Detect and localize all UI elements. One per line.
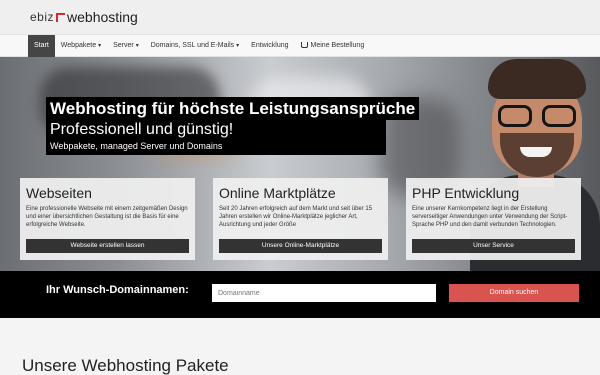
domain-name-input[interactable] [212,284,436,302]
feature-cards: Webseiten Eine professionelle Webseite m… [20,178,599,260]
packages-section: Unsere Webhosting Pakete [0,318,600,375]
logo[interactable]: ebiz webhosting [30,7,138,27]
hero-tagline: Webpakete, managed Server und Domains [46,140,386,155]
webseite-erstellen-button[interactable]: Webseite erstellen lassen [26,239,189,253]
card-title: PHP Entwicklung [412,185,520,201]
chevron-down-icon: ▾ [98,43,102,49]
card-text: Eine unserer Kernkompetenz liegt in der … [412,206,568,228]
nav-item-domains[interactable]: Domains, SSL und E-Mails ▾ [145,35,245,57]
card-title: Online Marktplätze [219,185,336,201]
hero-text: Webhosting für höchste Leistungsansprüch… [46,97,420,155]
nav-label: Entwicklung [251,42,289,49]
unser-service-button[interactable]: Unser Service [412,239,575,253]
feature-card-marktplaetze: Online Marktplätze Seit 20 Jahren erfolg… [213,178,388,260]
logo-mark-icon [56,12,66,22]
hero-subtitle: Professionell und günstig! [46,120,386,140]
domain-search-bar: Ihr Wunsch-Domainnamen: Domain suchen [0,271,600,318]
nav-label: Webpakete [60,42,97,49]
domain-search-label: Ihr Wunsch-Domainnamen: [46,284,189,296]
header-bar: ebiz webhosting [0,0,600,34]
online-marktplaetze-button[interactable]: Unsere Online-Marktplätze [219,239,382,253]
hero-banner: Webhosting für höchste Leistungsansprüch… [0,57,600,271]
nav-label: Start [34,42,49,49]
feature-card-webseiten: Webseiten Eine professionelle Webseite m… [20,178,195,260]
logo-text-webhosting: webhosting [67,9,138,25]
card-title: Webseiten [26,185,92,201]
shopping-cart-icon [300,42,308,48]
card-text: Seit 20 Jahren erfolgreich auf dem Markt… [219,206,373,228]
section-title: Unsere Webhosting Pakete [22,356,229,375]
nav-item-bestellung[interactable]: Meine Bestellung [295,35,371,57]
nav-item-server[interactable]: Server ▾ [107,35,145,57]
nav-item-webpakete[interactable]: Webpakete ▾ [55,35,107,57]
nav-label: Meine Bestellung [310,42,365,49]
chevron-down-icon: ▾ [236,43,240,49]
page: ebiz webhosting Start Webpakete ▾ Server ▾… [0,0,600,375]
chevron-down-icon: ▾ [135,43,139,49]
nav-label: Domains, SSL und E-Mails [150,42,235,49]
nav-item-start[interactable]: Start [28,35,55,57]
main-navigation: Start Webpakete ▾ Server ▾ Domains, SSL un… [0,34,600,57]
nav-item-entwicklung[interactable]: Entwicklung [245,35,294,57]
domain-search-button[interactable]: Domain suchen [449,284,579,302]
feature-card-php: PHP Entwicklung Eine unserer Kernkompete… [406,178,581,260]
hero-title: Webhosting für höchste Leistungsansprüch… [46,97,420,120]
card-text: Eine professionelle Webseite mit einem z… [26,206,188,228]
logo-text-ebiz: ebiz [30,10,55,24]
nav-label: Server [113,42,134,49]
